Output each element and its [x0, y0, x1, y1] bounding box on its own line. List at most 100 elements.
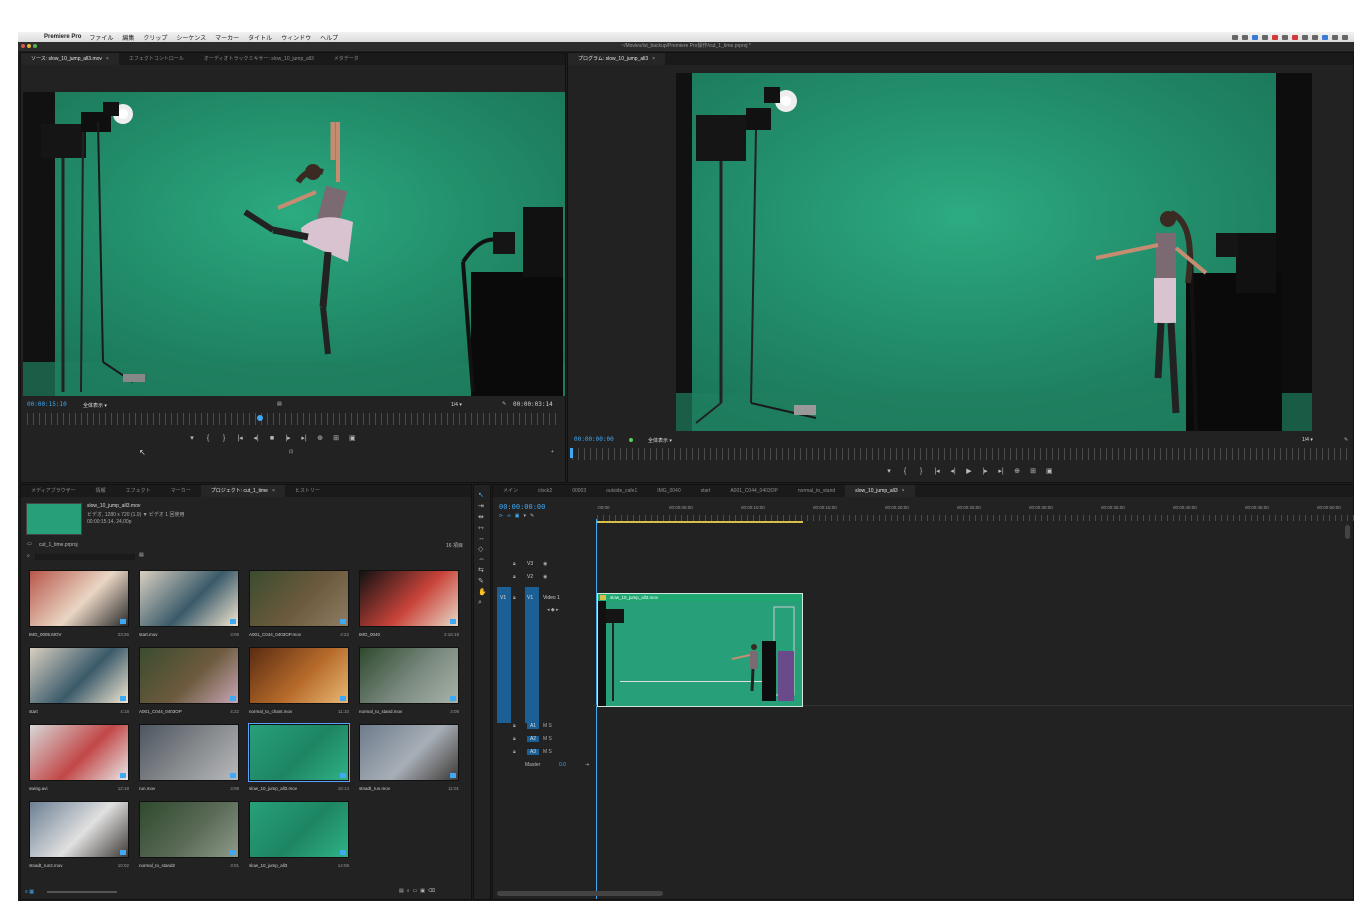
- add-button-icon[interactable]: +: [551, 449, 554, 455]
- source-video-frame[interactable]: [23, 92, 565, 396]
- clip-thumbnail-item[interactable]: A001_C044_0403OP 4:22: [139, 647, 239, 714]
- menu-title[interactable]: タイトル: [248, 33, 272, 42]
- step-forward-icon[interactable]: |▸: [285, 434, 291, 442]
- slide-tool-icon[interactable]: ⇆: [478, 566, 487, 574]
- close-icon[interactable]: ×: [902, 488, 905, 494]
- program-video-frame[interactable]: [676, 73, 1312, 431]
- timeline-playhead[interactable]: [596, 519, 597, 899]
- clip-thumbnail-item[interactable]: normal_to_stand2 3:01: [139, 801, 239, 868]
- clip-thumbnail-item[interactable]: IMG_0040 2:16:18: [359, 570, 459, 637]
- mark-in-icon[interactable]: {: [902, 468, 908, 475]
- tab-sequence[interactable]: clock2: [528, 485, 562, 497]
- timeline-clip[interactable]: slow_10_jump_all3.mov: [597, 593, 803, 707]
- lift-icon[interactable]: ⊕: [1014, 467, 1020, 475]
- app-menu[interactable]: Premiere Pro: [44, 34, 81, 40]
- tab-audio-track-mixer[interactable]: オーディオトラックミキサー: slow_10_jump_all3: [194, 53, 324, 65]
- rolling-edit-tool-icon[interactable]: ⇿: [478, 524, 487, 532]
- source-resolution-dropdown[interactable]: 1/4 ▾: [451, 402, 462, 408]
- tab-source[interactable]: ソース: slow_10_jump_all3.mov ×: [21, 53, 119, 65]
- wifi-icon[interactable]: [1302, 34, 1308, 40]
- program-resolution-dropdown[interactable]: 1/4 ▾: [1302, 437, 1313, 443]
- go-to-out-icon[interactable]: ▸|: [998, 467, 1004, 475]
- search-icon[interactable]: ⌕: [27, 553, 30, 559]
- lock-icon[interactable]: 🔒︎: [513, 595, 516, 601]
- close-icon[interactable]: ×: [272, 488, 275, 494]
- go-to-in-icon[interactable]: |◂: [934, 467, 940, 475]
- tab-effect-controls[interactable]: エフェクトコントロール: [119, 53, 194, 65]
- search-icon[interactable]: [1332, 34, 1338, 40]
- wrench-icon[interactable]: ✎: [1344, 437, 1348, 443]
- go-to-out-icon[interactable]: ▸|: [301, 434, 307, 442]
- step-back-icon[interactable]: ◂|: [253, 434, 259, 442]
- track-v1[interactable]: V1 🔒︎ V1 Video 1 ◂ ◆ ▸: [497, 595, 593, 613]
- tab-sequence[interactable]: A001_C044_0403OP: [720, 485, 788, 497]
- master-volume[interactable]: 0.0: [559, 762, 566, 768]
- wrench-icon[interactable]: ✎: [502, 401, 506, 407]
- status-icon[interactable]: [1252, 34, 1258, 40]
- bluetooth-icon[interactable]: [1322, 34, 1328, 40]
- source-time-ruler[interactable]: [27, 413, 557, 425]
- add-marker-icon[interactable]: ▾: [189, 434, 195, 442]
- hand-tool-icon[interactable]: ✋: [478, 588, 487, 596]
- status-icon[interactable]: [1272, 34, 1278, 40]
- program-fit-dropdown[interactable]: 全体表示 ▾: [648, 437, 672, 444]
- clip-thumbnail-item[interactable]: slow_10_jump_all3 14:08: [249, 801, 349, 868]
- mute-solo-icons[interactable]: M S: [543, 723, 552, 729]
- close-icon[interactable]: ×: [652, 56, 655, 62]
- clip-thumbnail-item[interactable]: run.mov 3:08: [139, 724, 239, 791]
- stop-icon[interactable]: ■: [269, 435, 275, 442]
- camera-icon[interactable]: ⊡: [289, 449, 293, 455]
- clip-thumbnail-item[interactable]: A001_C044_0403OP.mov 4:22: [249, 570, 349, 637]
- tab-sequence[interactable]: normal_to_stand: [788, 485, 845, 497]
- clip-thumbnail-item[interactable]: normal_to_stand.mov 3:08: [359, 647, 459, 714]
- status-icon[interactable]: [1292, 34, 1298, 40]
- clip-thumbnail-item[interactable]: IMG_0005.MOV 23:26: [29, 570, 129, 637]
- menu-file[interactable]: ファイル: [89, 33, 113, 42]
- clip-thumbnail-item[interactable]: stnadt_run2.mov 10:02: [29, 801, 129, 868]
- track-v2[interactable]: 🔒︎ V2 ◉: [497, 574, 593, 587]
- lock-icon[interactable]: 🔒︎: [513, 749, 516, 755]
- track-a3[interactable]: 🔒︎ A3 M S: [497, 749, 593, 762]
- source-current-timecode[interactable]: 00:00:15:10: [27, 401, 67, 408]
- status-icon[interactable]: [1262, 34, 1268, 40]
- pen-tool-icon[interactable]: ✎: [478, 577, 487, 585]
- mute-solo-icons[interactable]: M S: [543, 749, 552, 755]
- menu-window[interactable]: ウィンドウ: [281, 33, 311, 42]
- zoom-window-button[interactable]: [33, 44, 37, 48]
- menu-help[interactable]: ヘルプ: [320, 33, 338, 42]
- clip-thumbnail-item[interactable]: slow_10_jump_all3.mov 15:14: [248, 723, 350, 791]
- lock-icon[interactable]: 🔒︎: [513, 574, 516, 580]
- eye-icon[interactable]: ◉: [543, 574, 547, 580]
- export-frame-icon[interactable]: ▣: [349, 434, 356, 442]
- status-icon[interactable]: [1232, 34, 1238, 40]
- step-back-icon[interactable]: ◂|: [950, 467, 956, 475]
- tab-markers[interactable]: マーカー: [161, 485, 201, 497]
- clip-thumbnail-item[interactable]: stnadt_run.mov 11:01: [359, 724, 459, 791]
- list-icon[interactable]: [1342, 34, 1348, 40]
- zoom-slider[interactable]: [47, 891, 117, 893]
- slip-tool-icon[interactable]: ⇔: [478, 556, 487, 563]
- menu-marker[interactable]: マーカー: [215, 33, 239, 42]
- source-playhead[interactable]: [257, 415, 263, 421]
- snap-icon[interactable]: ⊳: [499, 513, 507, 519]
- tab-sequence[interactable]: メイン: [493, 485, 528, 497]
- bin-icon[interactable]: ▤: [139, 552, 144, 558]
- new-item-icon[interactable]: ▣: [420, 888, 428, 894]
- razor-tool-icon[interactable]: ◇: [478, 545, 487, 553]
- program-current-timecode[interactable]: 00:00:00:00: [574, 436, 614, 443]
- source-fit-dropdown[interactable]: 全体表示 ▾: [83, 402, 107, 409]
- minimize-window-button[interactable]: [27, 44, 31, 48]
- trash-icon[interactable]: ⌫: [428, 888, 438, 894]
- tab-sequence[interactable]: outside_cafe1: [596, 485, 647, 497]
- export-frame-icon[interactable]: ▣: [1046, 467, 1053, 475]
- add-marker-icon[interactable]: ▣: [515, 513, 524, 519]
- ripple-edit-tool-icon[interactable]: ⇹: [478, 513, 487, 521]
- automate-icon[interactable]: ▤: [399, 888, 407, 894]
- settings-icon[interactable]: ▤: [277, 401, 282, 407]
- list-view-icon[interactable]: ≡ ▦: [25, 889, 34, 895]
- track-a1[interactable]: 🔒︎ A1 M S: [497, 723, 593, 736]
- clip-thumbnail-item[interactable]: swing.avi 12:18: [29, 724, 129, 791]
- clip-thumbnail-item[interactable]: normal_to_chant.mov 11:10: [249, 647, 349, 714]
- program-playhead[interactable]: [570, 448, 573, 458]
- work-area-bar[interactable]: [597, 521, 803, 523]
